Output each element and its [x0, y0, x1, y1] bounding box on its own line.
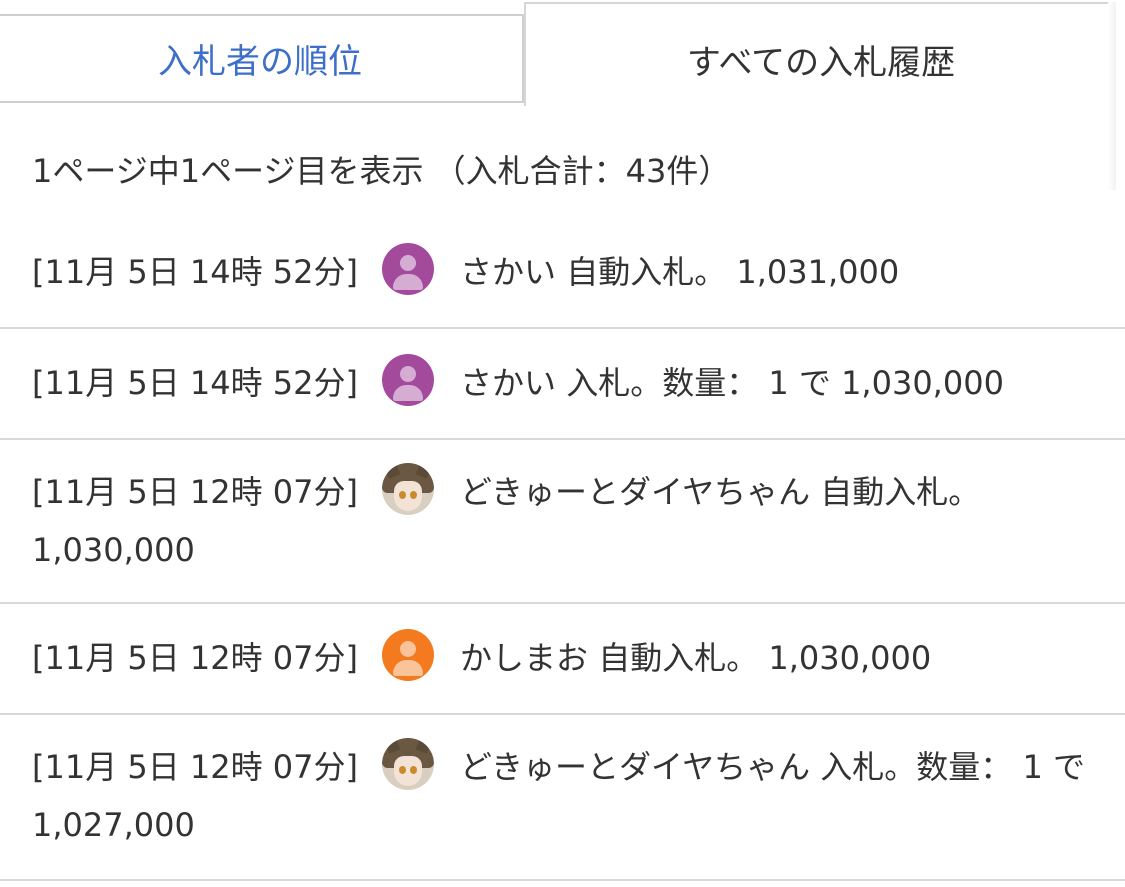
bid-time: [11月 5日 14時 52分] [32, 364, 359, 402]
bid-description: さかい 入札。数量： 1 で 1,030,000 [460, 364, 1004, 402]
bid-row: [11月 5日 12時 07分] どきゅーとダイヤちゃん 入札。数量： 1 で 1… [0, 715, 1125, 881]
bid-row: [11月 5日 14時 52分] さかい 入札。数量： 1 で 1,030,000 [0, 329, 1125, 440]
bid-time: [11月 5日 12時 07分] [32, 473, 359, 511]
bid-row: [11月 5日 12時 07分] かしまお 自動入札。 1,030,000 [0, 604, 1125, 715]
bid-time: [11月 5日 14時 52分] [32, 253, 359, 291]
bid-description: かしまお 自動入札。 1,030,000 [460, 639, 932, 677]
tab-all-bid-history[interactable]: すべての入札履歴 [524, 2, 1116, 106]
bid-row: [11月 5日 14時 52分] さかい 自動入札。 1,031,000 [0, 218, 1125, 329]
bid-description: さかい 自動入札。 1,031,000 [460, 253, 900, 291]
bid-time: [11月 5日 12時 07分] [32, 639, 359, 677]
panel-edge-shadow [1108, 2, 1116, 190]
anime-character-avatar[interactable] [382, 738, 435, 790]
anime-character-avatar[interactable] [382, 463, 435, 515]
tab-bidder-ranking[interactable]: 入札者の順位 [0, 14, 524, 103]
bid-time: [11月 5日 12時 07分] [32, 748, 359, 786]
user-silhouette-icon[interactable] [382, 243, 435, 295]
tab-bar: 入札者の順位 すべての入札履歴 [0, 0, 1125, 190]
bid-history-list: [11月 5日 14時 52分] さかい 自動入札。 1,031,000 [11月… [0, 218, 1125, 881]
user-silhouette-icon[interactable] [382, 629, 435, 681]
pagination-summary: 1ページ中1ページ目を表示 （入札合計：43件） [32, 152, 731, 190]
user-silhouette-icon[interactable] [382, 354, 435, 406]
bid-row: [11月 5日 12時 07分] どきゅーとダイヤちゃん 自動入札。 1,030,… [0, 440, 1125, 604]
